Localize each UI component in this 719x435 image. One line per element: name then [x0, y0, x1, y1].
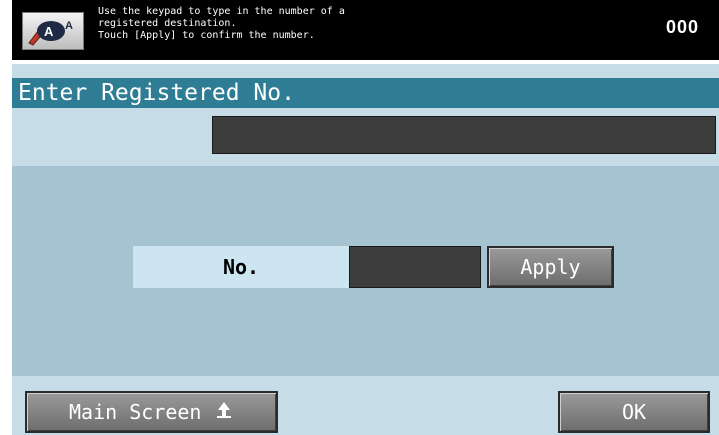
main-screen-label: Main Screen — [69, 400, 202, 424]
number-label: No. — [133, 246, 349, 288]
main-panel: Enter Registered No. No. Apply Main Scre… — [12, 64, 719, 435]
svg-text:A: A — [44, 24, 54, 39]
page-title: Enter Registered No. — [18, 80, 295, 106]
help-icon[interactable]: A A — [22, 12, 84, 50]
svg-text:A: A — [65, 20, 73, 32]
main-screen-button[interactable]: Main Screen — [25, 391, 278, 433]
number-input[interactable] — [349, 246, 481, 288]
apply-button[interactable]: Apply — [487, 246, 614, 288]
title-bar: Enter Registered No. — [12, 78, 719, 108]
arrow-up-icon — [215, 400, 233, 424]
instruction-message: Use the keypad to type in the number of … — [98, 6, 345, 41]
message-bar: A A Use the keypad to type in the number… — [12, 0, 719, 60]
ok-button[interactable]: OK — [558, 391, 710, 433]
registered-number-display — [212, 116, 716, 154]
counter-display: 000 — [665, 17, 699, 37]
